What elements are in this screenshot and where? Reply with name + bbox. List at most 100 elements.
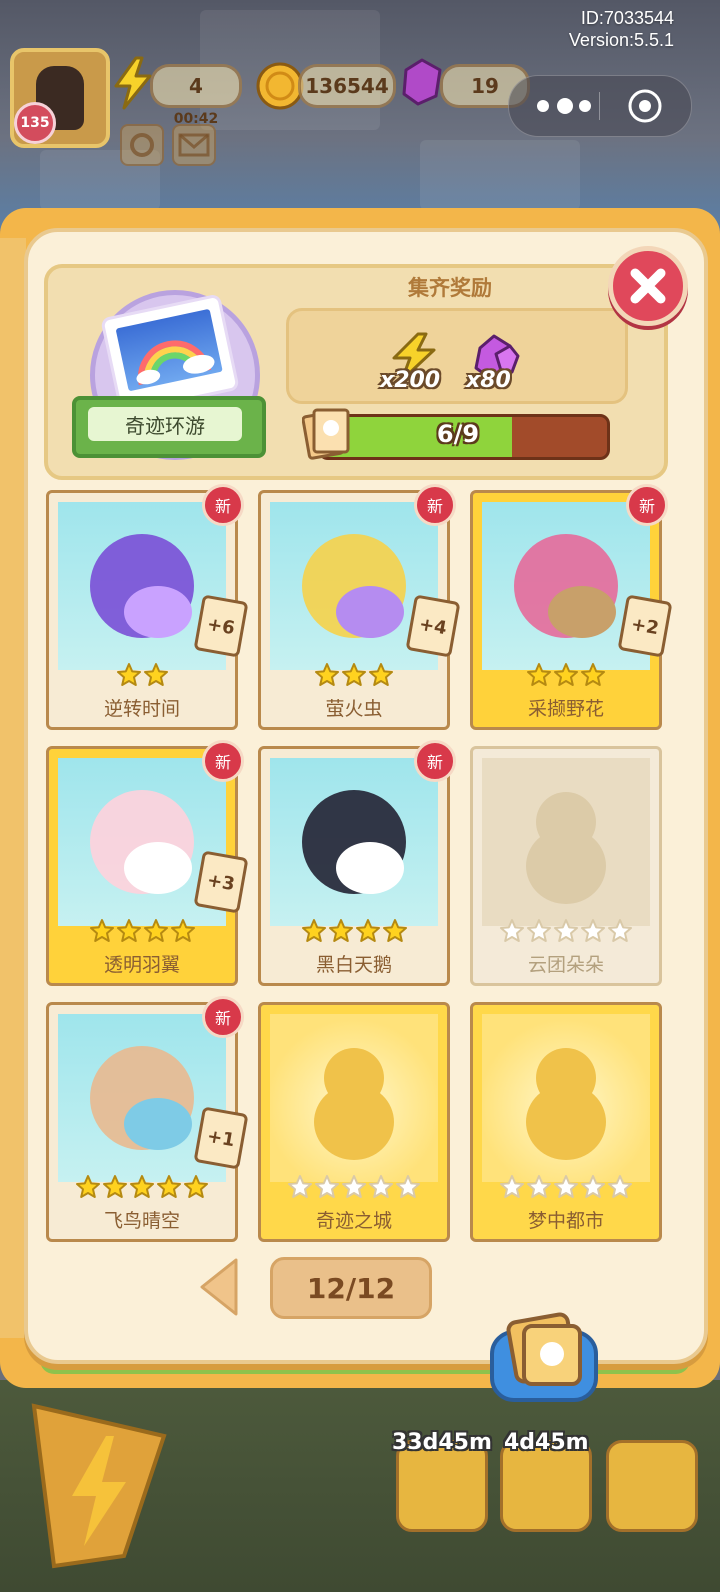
card-locked-silhouette (270, 1014, 438, 1182)
star-filled-icon (301, 919, 326, 942)
previous-page-arrow[interactable] (196, 1256, 242, 1318)
star-empty-icon (581, 1175, 605, 1198)
card-star-rating (470, 1174, 662, 1204)
star-empty-icon (369, 1175, 393, 1198)
player-level-badge: 135 (14, 102, 56, 144)
close-button[interactable] (608, 246, 688, 326)
star-empty-icon (396, 1175, 420, 1198)
energy-value: 4 (189, 74, 203, 98)
star-filled-icon (89, 919, 114, 942)
star-filled-icon (342, 663, 366, 686)
album-card[interactable]: 梦中都市 (470, 1002, 662, 1242)
card-star-rating (46, 1174, 238, 1204)
album-card[interactable]: 奇迹之城 (258, 1002, 450, 1242)
reward-title: 集齐奖励 (408, 276, 492, 300)
card-name: 逆转时间 (103, 698, 180, 720)
set-name-label: 奇迹环游 (88, 407, 242, 441)
star-empty-icon (500, 919, 524, 942)
event-timer-2: 4d45m (504, 1430, 589, 1455)
card-star-rating (258, 662, 450, 692)
mini-program-capsule (508, 75, 692, 137)
duplicate-count-tag: +6 (193, 594, 249, 658)
star-empty-icon (554, 919, 578, 942)
close-icon (630, 268, 666, 304)
star-empty-icon (527, 1175, 551, 1198)
card-locked-silhouette (482, 1014, 650, 1182)
close-miniprogram-icon[interactable] (627, 88, 663, 124)
album-card[interactable]: 飞鸟晴空 新 +1 (46, 996, 249, 1242)
card-packs-button[interactable] (488, 1312, 600, 1404)
card-star-rating (470, 918, 662, 948)
star-filled-icon (116, 919, 141, 942)
card-name: 奇迹之城 (315, 1210, 392, 1232)
star-filled-icon (143, 919, 168, 942)
star-filled-icon (184, 1175, 208, 1198)
event-timer-1: 33d45m (392, 1430, 492, 1455)
new-card-badge: 新 (414, 740, 456, 782)
star-empty-icon (500, 1175, 524, 1198)
star-filled-icon (116, 663, 141, 686)
card-star-rating (46, 662, 238, 692)
page-indicator: 12/12 (270, 1257, 432, 1319)
mail-icon (178, 133, 210, 157)
star-empty-icon (581, 919, 605, 942)
card-name: 萤火虫 (325, 698, 383, 720)
star-empty-icon (342, 1175, 366, 1198)
new-card-badge: 新 (202, 740, 244, 782)
star-empty-icon (527, 919, 551, 942)
star-filled-icon (103, 1175, 127, 1198)
star-empty-icon (288, 1175, 312, 1198)
star-filled-icon (355, 919, 380, 942)
card-name: 梦中都市 (527, 1210, 604, 1232)
album-card[interactable]: 云团朵朵 (470, 746, 662, 986)
collection-progress-text: 6/9 (436, 420, 480, 448)
star-filled-icon (170, 919, 195, 942)
card-artwork (270, 758, 438, 926)
duplicate-count-tag: +3 (193, 850, 249, 914)
star-filled-icon (130, 1175, 154, 1198)
star-filled-icon (328, 919, 353, 942)
card-name: 采撷野花 (527, 698, 604, 720)
card-name: 黑白天鹅 (315, 954, 392, 976)
gear-icon (130, 133, 154, 157)
duplicate-count-tag: +2 (617, 594, 673, 658)
album-book-spine (0, 238, 26, 1338)
more-menu-button[interactable] (535, 94, 595, 118)
star-filled-icon (315, 663, 339, 686)
card-star-rating (258, 918, 450, 948)
rainbow-icon (136, 340, 215, 386)
star-filled-icon (76, 1175, 100, 1198)
bottom-character-button[interactable] (606, 1440, 698, 1532)
duplicate-count-tag: +1 (193, 1106, 249, 1170)
star-empty-icon (554, 1175, 578, 1198)
card-name: 飞鸟晴空 (103, 1210, 180, 1232)
new-card-badge: 新 (202, 484, 244, 526)
card-locked-silhouette (482, 758, 650, 926)
mail-button[interactable] (172, 124, 216, 166)
star-filled-icon (143, 663, 168, 686)
album-card[interactable]: 透明羽翼 新 +3 (46, 740, 249, 986)
album-card[interactable]: 采撷野花 新 +2 (470, 484, 673, 730)
star-empty-icon (315, 1175, 339, 1198)
album-card[interactable]: 逆转时间 新 +6 (46, 484, 249, 730)
user-id-text: ID:7033544 (580, 8, 674, 28)
star-filled-icon (382, 919, 407, 942)
duplicate-count-tag: +4 (405, 594, 461, 658)
reward-gems-qty: x80 (466, 368, 511, 393)
card-name: 云团朵朵 (527, 954, 604, 976)
album-card[interactable]: 黑白天鹅 新 (258, 740, 456, 986)
lightning-bg-icon (31, 1403, 167, 1569)
settings-button[interactable] (120, 124, 164, 166)
star-empty-icon (608, 1175, 632, 1198)
new-card-badge: 新 (202, 996, 244, 1038)
star-filled-icon (554, 663, 578, 686)
capsule-divider (599, 92, 600, 120)
star-filled-icon (527, 663, 551, 686)
new-card-badge: 新 (626, 484, 668, 526)
card-star-rating (258, 1174, 450, 1204)
card-star-rating (46, 918, 238, 948)
card-star-rating (470, 662, 662, 692)
reward-energy-qty: x200 (380, 368, 441, 393)
coin-value: 136544 (298, 64, 396, 108)
album-card[interactable]: 萤火虫 新 +4 (258, 484, 461, 730)
